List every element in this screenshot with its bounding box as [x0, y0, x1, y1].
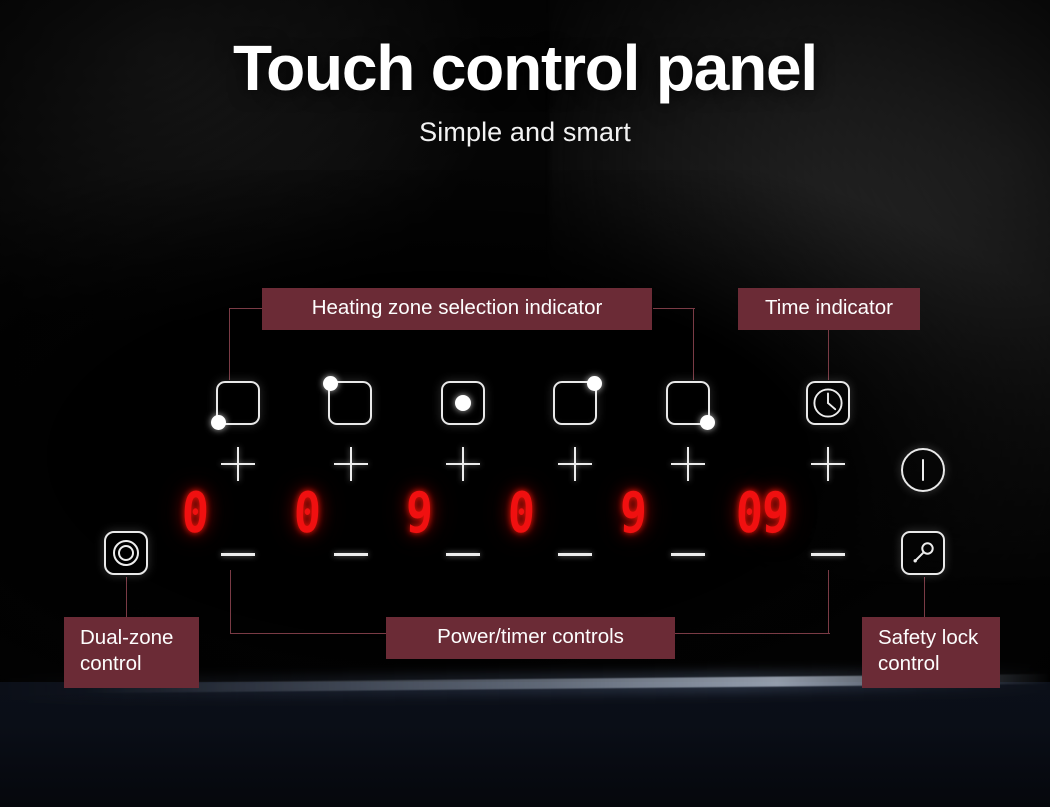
dual-ring-glyph	[113, 540, 139, 566]
decrease-button-timer[interactable]	[811, 537, 845, 571]
zone-1-level-display: 0	[181, 481, 210, 546]
zone-5-level-display: 9	[619, 481, 648, 546]
increase-button-zone-4[interactable]	[558, 447, 592, 481]
clock-glyph	[813, 388, 843, 418]
zone-3-level-display: 9	[405, 481, 434, 546]
zone-position-dot	[587, 376, 602, 391]
decrease-button-zone-1[interactable]	[221, 537, 255, 571]
zone-position-dot	[700, 415, 715, 430]
zone-position-dot	[211, 415, 226, 430]
increase-button-zone-2[interactable]	[334, 447, 368, 481]
zone-2-level-display: 0	[293, 481, 322, 546]
decrease-button-zone-2[interactable]	[334, 537, 368, 571]
timer-display: 09	[734, 481, 790, 546]
power-glyph	[922, 459, 924, 481]
zone-position-dot	[323, 376, 338, 391]
callout-time-indicator: Time indicator	[738, 288, 920, 331]
callout-heating-zone-selection-indicator: Heating zone selection indicator	[262, 288, 652, 331]
cooking-zone-center-icon[interactable]	[441, 381, 485, 425]
key-lock-icon[interactable]	[901, 531, 945, 575]
increase-button-zone-3[interactable]	[446, 447, 480, 481]
callout-power-timer-controls: Power/timer controls	[386, 617, 675, 660]
cooking-zone-rear-right-icon[interactable]	[553, 376, 602, 425]
decrease-button-zone-4[interactable]	[558, 537, 592, 571]
increase-button-zone-1[interactable]	[221, 447, 255, 481]
dual-ring-icon[interactable]	[104, 531, 148, 575]
decrease-button-zone-3[interactable]	[446, 537, 480, 571]
decrease-button-zone-5[interactable]	[671, 537, 705, 571]
cooking-zone-rear-left-icon[interactable]	[323, 376, 372, 425]
callout-safety-lock-control: Safety lock control	[862, 617, 1000, 689]
cooking-zone-front-left-icon[interactable]	[211, 381, 260, 430]
cooking-zone-front-right-icon[interactable]	[666, 381, 715, 430]
callout-dual-zone-control: Dual-zone control	[64, 617, 199, 689]
key-glyph	[913, 542, 934, 563]
zone-position-dot	[455, 395, 471, 411]
power-icon[interactable]	[901, 448, 945, 492]
zone-4-level-display: 0	[507, 481, 536, 546]
increase-button-timer[interactable]	[811, 447, 845, 481]
clock-icon[interactable]	[806, 381, 850, 425]
increase-button-zone-5[interactable]	[671, 447, 705, 481]
